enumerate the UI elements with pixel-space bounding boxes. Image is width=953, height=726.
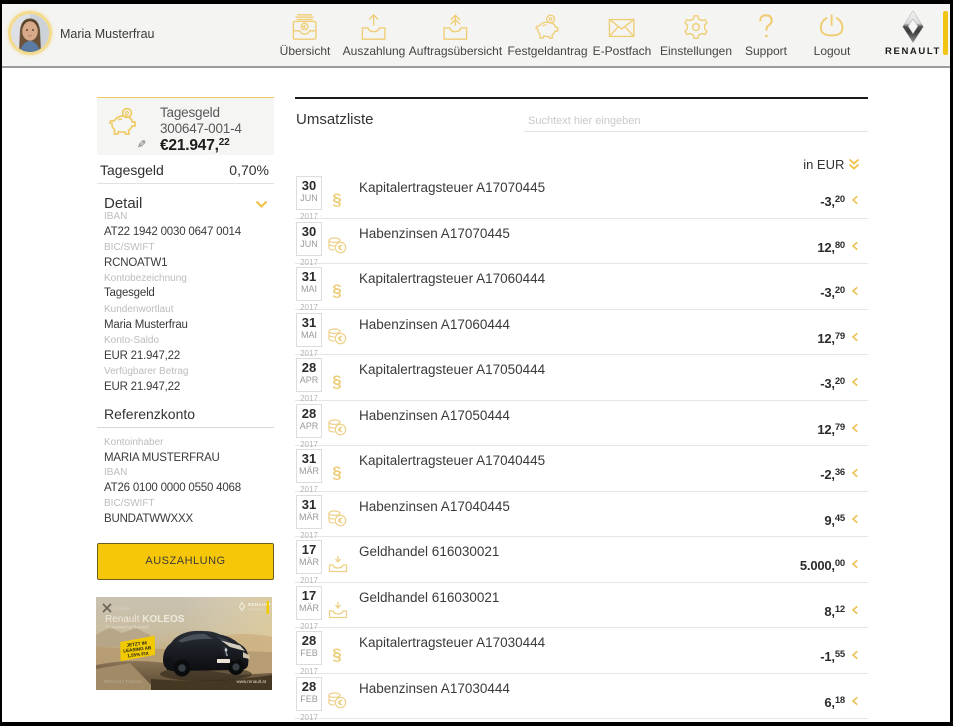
- svg-text:Crossover by Renault: Crossover by Renault: [106, 625, 150, 630]
- svg-text:www.renault.at: www.renault.at: [236, 679, 266, 684]
- svg-text:Renault KOLEOS: Renault KOLEOS: [105, 614, 185, 625]
- svg-text:Goodbye: Goodbye: [113, 606, 131, 611]
- svg-text:RENAULT Finance: RENAULT Finance: [104, 679, 142, 684]
- svg-text:BANK DIREKT: BANK DIREKT: [248, 608, 267, 612]
